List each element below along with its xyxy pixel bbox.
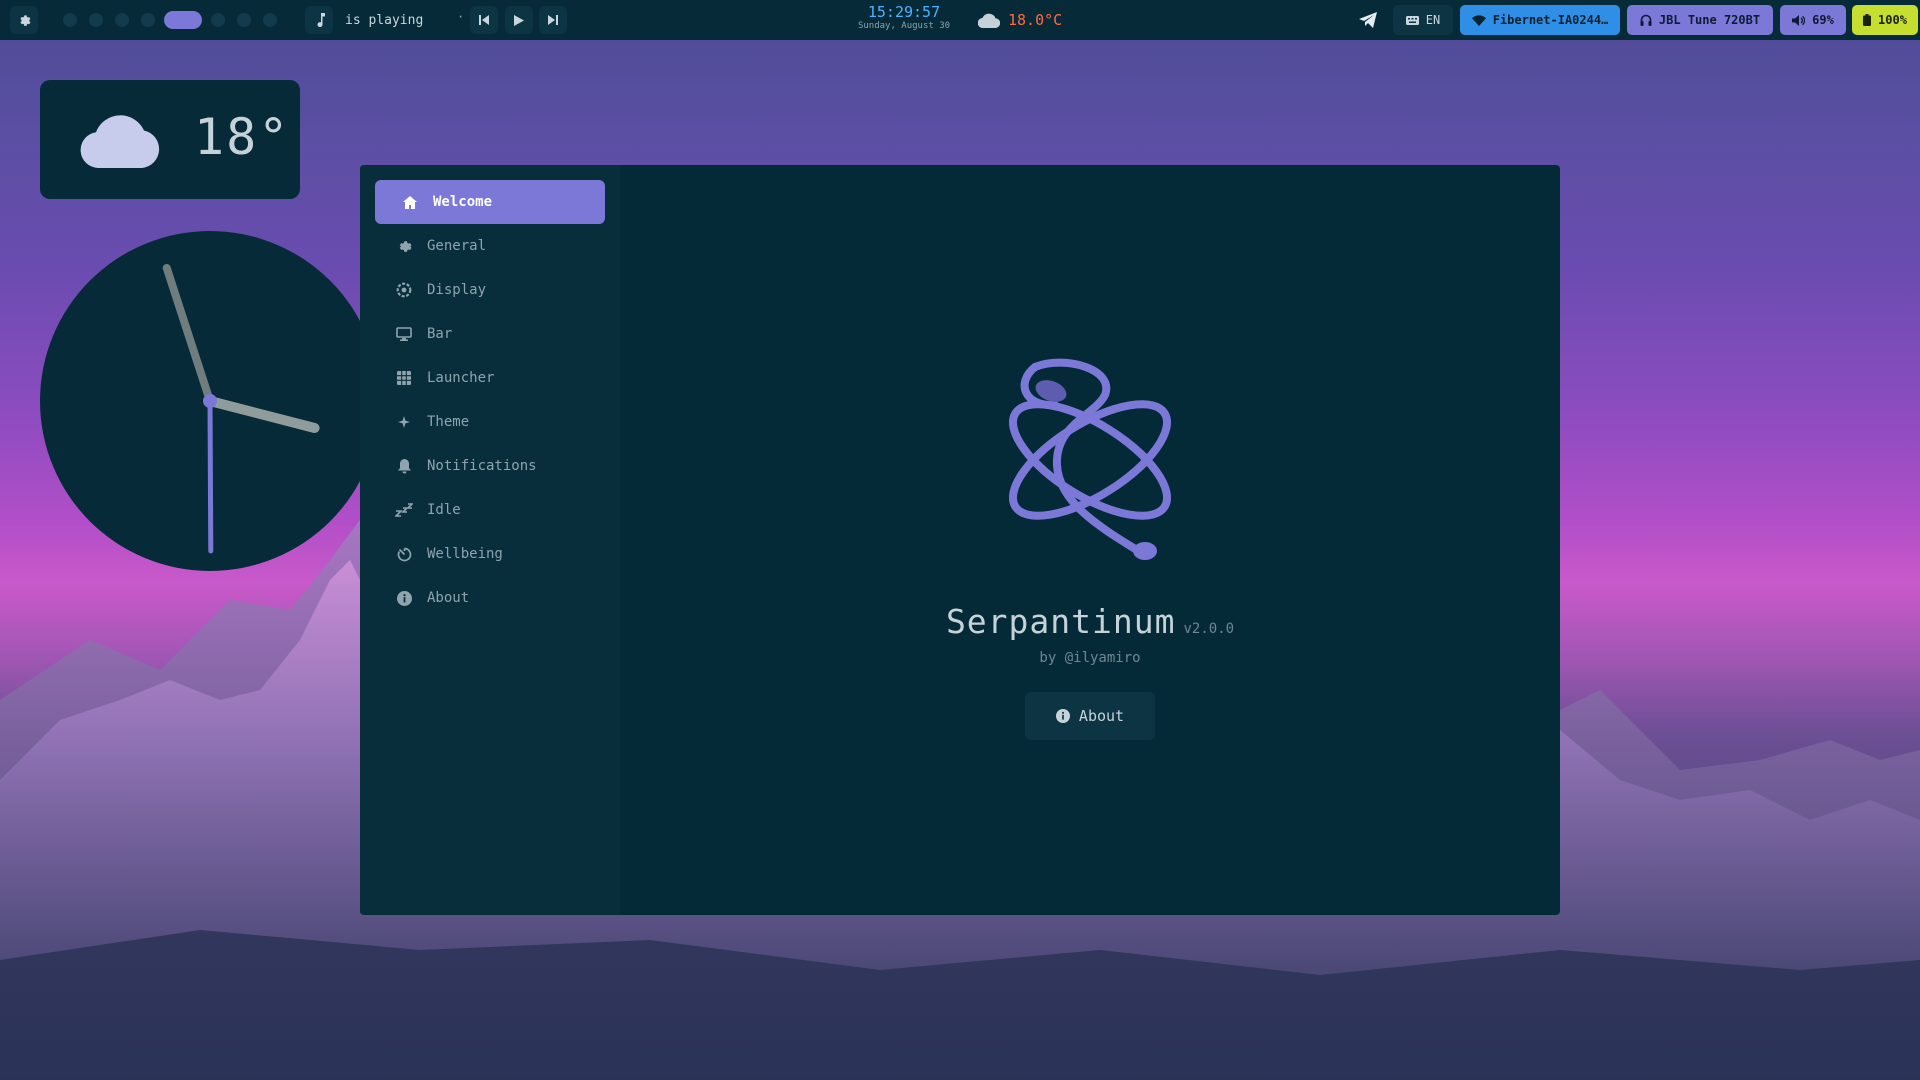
volume-button[interactable]: 69%	[1780, 5, 1846, 35]
weather-temperature: 18.0°C	[1008, 11, 1063, 29]
wifi-button[interactable]: Fibernet-IA0244…	[1460, 5, 1620, 35]
volume-icon	[1792, 14, 1806, 26]
weather-widget: 18°	[40, 80, 300, 199]
settings-sidebar: Welcome General Display Bar Launcher The…	[360, 165, 620, 915]
sidebar-item-bar[interactable]: Bar	[375, 312, 605, 356]
battery-level: 100%	[1878, 13, 1907, 27]
sidebar-item-theme[interactable]: Theme	[375, 400, 605, 444]
settings-gear-icon[interactable]	[10, 6, 38, 34]
music-note-icon[interactable]	[305, 6, 333, 34]
keyboard-layout-button[interactable]: EN	[1393, 5, 1453, 35]
sidebar-item-label: Welcome	[433, 194, 493, 210]
headphones-icon	[1640, 14, 1652, 26]
workspace-6[interactable]	[211, 13, 225, 27]
sidebar-item-label: Launcher	[427, 370, 495, 386]
workspace-8[interactable]	[263, 13, 277, 27]
sidebar-item-general[interactable]: General	[375, 224, 605, 268]
sidebar-item-display[interactable]: Display	[375, 268, 605, 312]
clock-date: Sunday, August 30	[857, 21, 951, 31]
volume-level: 69%	[1812, 13, 1834, 27]
display-gear-icon	[395, 281, 413, 299]
sidebar-item-label: Bar	[427, 326, 453, 342]
topbar-weather[interactable]: 18.0°C	[978, 8, 1062, 32]
workspace-7[interactable]	[237, 13, 251, 27]
monitor-icon	[395, 325, 413, 343]
send-icon[interactable]	[1356, 8, 1380, 32]
workspace-2[interactable]	[89, 13, 103, 27]
workspace-1[interactable]	[63, 13, 77, 27]
grid-icon	[395, 369, 413, 387]
analog-clock-widget	[40, 231, 380, 571]
sidebar-item-welcome[interactable]: Welcome	[375, 180, 605, 224]
sidebar-item-label: Wellbeing	[427, 546, 503, 562]
welcome-page: Serpantinum v2.0.0 by @ilyamiro About	[620, 165, 1560, 915]
app-title: Serpantinum v2.0.0	[620, 602, 1560, 641]
serpantinum-logo-icon	[1008, 358, 1172, 560]
now-playing-text: is playing	[345, 12, 424, 28]
sidebar-item-label: Display	[427, 282, 487, 298]
hour-hand	[205, 396, 320, 433]
play-icon[interactable]	[505, 6, 533, 34]
keyboard-icon	[1405, 15, 1419, 25]
settings-window: Welcome General Display Bar Launcher The…	[360, 165, 1560, 915]
about-button-label: About	[1078, 707, 1125, 725]
battery-icon	[1863, 14, 1872, 26]
app-version: v2.0.0	[1183, 621, 1235, 637]
workspace-4[interactable]	[141, 13, 155, 27]
sidebar-item-label: About	[427, 590, 470, 606]
battery-button[interactable]: 100%	[1852, 5, 1918, 35]
timer-icon	[395, 545, 413, 563]
gear-icon	[395, 237, 413, 255]
wifi-name: Fibernet-IA0244…	[1492, 13, 1609, 27]
clock-time: 15:29:57	[867, 3, 941, 21]
language-label: EN	[1425, 13, 1441, 27]
now-playing-separator: ·	[457, 10, 465, 24]
weather-widget-temp: 18°	[194, 108, 291, 166]
second-hand	[162, 263, 214, 405]
top-bar: is playing · 15:29:57 Sunday, August 30 …	[0, 0, 1920, 40]
info-icon	[395, 589, 413, 607]
clock-center	[203, 394, 217, 408]
info-icon	[1055, 709, 1070, 723]
cloud-icon	[80, 115, 160, 168]
app-name: Serpantinum	[945, 602, 1176, 641]
sidebar-item-launcher[interactable]: Launcher	[375, 356, 605, 400]
sidebar-item-wellbeing[interactable]: Wellbeing	[375, 532, 605, 576]
bluetooth-device-name: JBL Tune 720BT	[1658, 13, 1761, 27]
sidebar-item-label: General	[427, 238, 487, 254]
sidebar-item-notifications[interactable]: Notifications	[375, 444, 605, 488]
sidebar-item-label: Idle	[427, 502, 461, 518]
topbar-clock[interactable]: 15:29:57 Sunday, August 30	[848, 4, 960, 32]
app-author: by @ilyamiro	[1039, 650, 1141, 666]
zzz-icon	[395, 501, 413, 519]
previous-track-icon[interactable]	[470, 6, 498, 34]
sidebar-item-label: Theme	[427, 414, 470, 430]
about-button[interactable]: About	[1025, 692, 1155, 740]
cloud-icon	[978, 13, 1000, 28]
next-track-icon[interactable]	[539, 6, 567, 34]
sparkle-icon	[395, 413, 413, 431]
wifi-icon	[1471, 14, 1486, 26]
minute-hand	[207, 398, 214, 554]
sidebar-item-label: Notifications	[427, 458, 537, 474]
home-icon	[401, 193, 419, 211]
bell-icon	[395, 457, 413, 475]
workspace-active[interactable]	[164, 11, 202, 29]
bluetooth-button[interactable]: JBL Tune 720BT	[1627, 5, 1773, 35]
sidebar-item-about[interactable]: About	[375, 576, 605, 620]
sidebar-item-idle[interactable]: Idle	[375, 488, 605, 532]
workspace-3[interactable]	[115, 13, 129, 27]
